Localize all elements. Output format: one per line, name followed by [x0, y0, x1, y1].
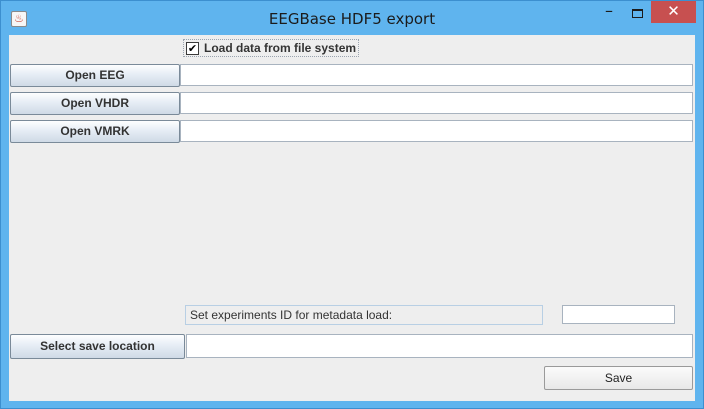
open-vmrk-button[interactable]: Open VMRK — [10, 120, 180, 143]
open-eeg-button[interactable]: Open EEG — [10, 64, 180, 87]
vmrk-path-field[interactable] — [180, 120, 693, 142]
main-panel: ✔ Load data from file system Open EEG Op… — [9, 35, 695, 401]
load-from-filesystem-checkbox[interactable]: ✔ — [186, 41, 199, 55]
title-bar[interactable]: ♨ EEGBase HDF5 export – ✕ — [1, 1, 703, 35]
maximize-button[interactable] — [623, 1, 651, 27]
save-location-field[interactable] — [186, 334, 693, 358]
maximize-icon — [632, 9, 643, 18]
experiment-id-field[interactable] — [562, 305, 675, 324]
close-button[interactable]: ✕ — [651, 1, 696, 23]
open-vhdr-button[interactable]: Open VHDR — [10, 92, 180, 115]
app-window: ♨ EEGBase HDF5 export – ✕ ✔ Load data fr… — [0, 0, 704, 409]
eeg-path-field[interactable] — [180, 64, 693, 86]
save-button[interactable]: Save — [544, 366, 693, 390]
minimize-button[interactable]: – — [595, 1, 623, 27]
load-from-filesystem-label: Load data from file system — [204, 41, 357, 55]
vhdr-path-field[interactable] — [180, 92, 693, 114]
select-save-location-button[interactable]: Select save location — [10, 334, 185, 359]
experiment-id-label: Set experiments ID for metadata load: — [185, 305, 543, 325]
load-from-filesystem-checkbox-row[interactable]: ✔ Load data from file system — [183, 39, 360, 57]
